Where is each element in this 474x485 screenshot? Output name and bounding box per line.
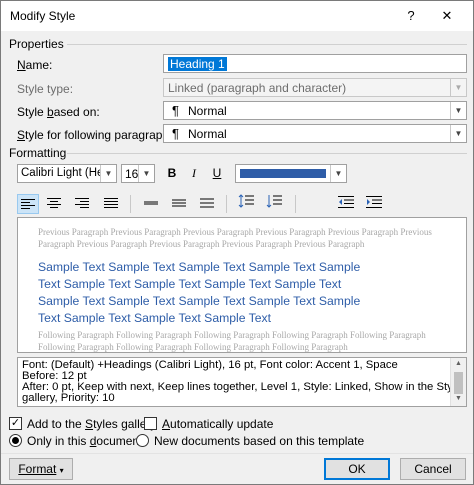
style-preview-pane: Previous Paragraph Previous Paragraph Pr… (17, 217, 467, 353)
one-half-spacing-button[interactable] (168, 194, 190, 214)
single-spacing-button[interactable] (140, 194, 162, 214)
single-spacing-icon (144, 201, 158, 205)
based-on-label: Style based on: (17, 105, 100, 119)
font-color-swatch (240, 169, 326, 178)
close-button[interactable]: ✕ (429, 1, 465, 31)
align-right-icon (75, 198, 89, 208)
dialog-title: Modify Style (10, 9, 76, 23)
chevron-down-icon: ▼ (138, 165, 154, 182)
style-type-value: Linked (paragraph and character) (168, 81, 347, 95)
spacing-after-icon (266, 195, 282, 208)
modify-style-dialog: Modify Style ? ✕ Properties Name: Headin… (0, 0, 474, 485)
chevron-down-icon: ▼ (450, 79, 466, 96)
footer-divider (1, 453, 473, 454)
based-on-select[interactable]: ¶ Normal ▼ (163, 101, 467, 120)
increase-indent-icon (366, 196, 382, 208)
scroll-up-icon[interactable]: ▲ (455, 360, 462, 367)
sample-text-line: Sample Text Sample Text Sample Text Samp… (38, 260, 361, 274)
chevron-down-icon: ▼ (450, 125, 466, 142)
auto-update-label: Automatically update (162, 417, 274, 431)
formatting-divider (67, 153, 467, 154)
properties-section-label: Properties (9, 37, 64, 51)
underline-button[interactable]: U (206, 163, 228, 183)
italic-button[interactable]: I (183, 163, 205, 183)
format-menu-button[interactable]: Format ▾ (9, 458, 73, 480)
description-scrollbar[interactable]: ▲ ▼ (450, 358, 466, 406)
previous-paragraph-text: Previous Paragraph Previous Paragraph Pr… (38, 227, 432, 237)
double-spacing-button[interactable] (196, 194, 218, 214)
chevron-down-icon: ▼ (330, 165, 346, 182)
name-value: Heading 1 (168, 57, 227, 71)
new-documents-label: New documents based on this template (154, 434, 365, 448)
following-paragraph-text: Following Paragraph Following Paragraph … (38, 330, 426, 340)
add-to-gallery-checkbox[interactable]: ✓ (9, 417, 22, 430)
align-right-button[interactable] (71, 194, 93, 214)
name-input[interactable]: Heading 1 (163, 54, 467, 73)
align-left-button[interactable] (17, 194, 39, 214)
help-button[interactable]: ? (393, 1, 429, 31)
font-select[interactable]: Calibri Light (Hea ▼ (17, 164, 117, 183)
font-color-select[interactable]: ▼ (235, 164, 347, 183)
chevron-down-icon: ▼ (100, 165, 116, 182)
paragraph-icon: ¶ (172, 103, 179, 118)
spacing-before-icon (238, 194, 254, 208)
name-label: Name: (17, 58, 53, 72)
justify-icon (104, 198, 118, 208)
justify-button[interactable] (100, 194, 122, 214)
add-to-gallery-label: Add to the Styles gallery (27, 417, 157, 431)
following-paragraph-label: Style for following paragraph: (17, 128, 173, 142)
paragraph-icon: ¶ (172, 126, 179, 141)
format-button-label: Format (18, 462, 57, 476)
sample-text-line: Text Sample Text Sample Text Sample Text (38, 311, 272, 325)
bold-button[interactable]: B (161, 163, 183, 183)
new-documents-radio[interactable] (136, 434, 149, 447)
based-on-value: Normal (188, 104, 227, 118)
scroll-thumb[interactable] (454, 372, 463, 394)
following-paragraph-select[interactable]: ¶ Normal ▼ (163, 124, 467, 143)
decrease-spacing-before-button[interactable] (263, 194, 285, 214)
auto-update-checkbox[interactable] (144, 417, 157, 430)
style-type-select[interactable]: Linked (paragraph and character) ▼ (163, 78, 467, 97)
description-line: gallery, Priority: 10 (22, 392, 115, 404)
decrease-indent-icon (338, 196, 354, 208)
scroll-down-icon[interactable]: ▼ (455, 395, 462, 402)
double-spacing-icon (200, 198, 214, 208)
caret-down-icon: ▾ (59, 466, 64, 475)
cancel-button[interactable]: Cancel (400, 458, 466, 480)
properties-divider (67, 44, 467, 45)
title-bar: Modify Style ? ✕ (1, 1, 473, 31)
font-size-value: 16 (125, 167, 139, 181)
one-half-spacing-icon (172, 199, 186, 207)
align-center-button[interactable] (43, 194, 65, 214)
following-paragraph-text: Following Paragraph Following Paragraph … (38, 342, 348, 352)
increase-spacing-before-button[interactable] (235, 194, 257, 214)
align-left-icon (21, 199, 35, 209)
font-value: Calibri Light (Hea (21, 167, 110, 179)
style-description-box[interactable]: Font: (Default) +Headings (Calibri Light… (17, 357, 467, 407)
ok-button[interactable]: OK (324, 458, 390, 480)
only-this-document-radio[interactable] (9, 434, 22, 447)
toolbar-separator (226, 195, 227, 213)
style-type-label: Style type: (17, 82, 74, 96)
previous-paragraph-text: Paragraph Previous Paragraph Previous Pa… (38, 239, 365, 249)
chevron-down-icon: ▼ (450, 102, 466, 119)
font-size-select[interactable]: 16 ▼ (121, 164, 155, 183)
toolbar-separator (130, 195, 131, 213)
toolbar-separator (295, 195, 296, 213)
decrease-indent-button[interactable] (335, 194, 357, 214)
sample-text-line: Sample Text Sample Text Sample Text Samp… (38, 294, 361, 308)
increase-indent-button[interactable] (363, 194, 385, 214)
only-this-document-label: Only in this document (27, 434, 143, 448)
sample-text-line: Text Sample Text Sample Text Sample Text… (38, 277, 342, 291)
formatting-section-label: Formatting (9, 146, 67, 160)
align-center-icon (47, 198, 61, 208)
following-paragraph-value: Normal (188, 127, 227, 141)
